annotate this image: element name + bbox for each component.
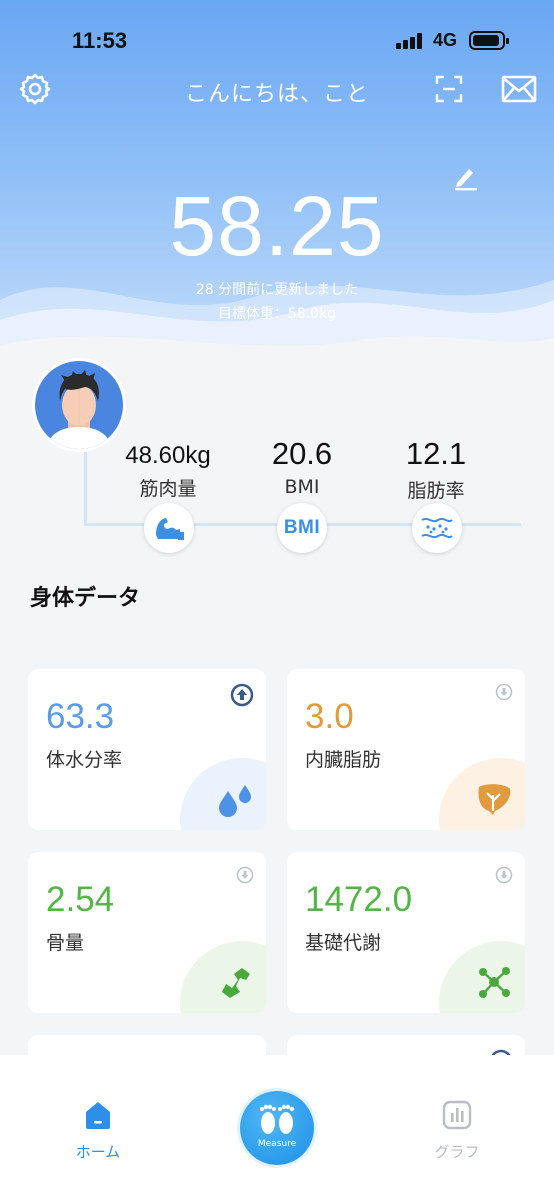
card-value: 2.54 bbox=[46, 880, 115, 919]
greeting-title: こんにちは、こと bbox=[184, 82, 369, 107]
mail-icon[interactable] bbox=[499, 72, 539, 106]
water-drops-icon bbox=[214, 778, 256, 820]
molecule-icon bbox=[473, 961, 515, 1003]
target-weight-text: 目標体重：58.0kg bbox=[217, 306, 337, 322]
bmi-value: 20.6 bbox=[271, 436, 333, 471]
fat-rate-value: 12.1 bbox=[405, 436, 467, 471]
network-type: 4G bbox=[433, 30, 458, 50]
scan-icon[interactable] bbox=[433, 73, 465, 105]
status-bar: 11:53 4G bbox=[0, 0, 554, 80]
card-bone-mass[interactable]: 2.54 骨量 bbox=[28, 852, 266, 1013]
card-value: 3.0 bbox=[305, 697, 354, 736]
signal-icon bbox=[396, 33, 424, 49]
muscle-label: 筋肉量 bbox=[139, 478, 197, 500]
arrow-down-icon bbox=[236, 866, 254, 888]
nav-graph-label: グラフ bbox=[434, 1143, 480, 1161]
fat-rate-label: 脂肪率 bbox=[407, 480, 465, 502]
card-label: 内臓脂肪 bbox=[305, 749, 382, 771]
card-label: 骨量 bbox=[46, 932, 85, 954]
graph-icon bbox=[442, 1100, 472, 1130]
footprints-icon bbox=[259, 1104, 295, 1134]
metric-muscle: 48.60kg 筋肉量 bbox=[98, 436, 238, 501]
arrow-up-icon bbox=[230, 683, 254, 711]
timeline-connector bbox=[84, 452, 87, 526]
last-updated-text: 28 分間前に更新しました bbox=[195, 282, 359, 298]
metric-fat-rate: 12.1 脂肪率 bbox=[366, 436, 506, 503]
card-label: 基礎代謝 bbox=[305, 932, 382, 954]
home-icon bbox=[86, 1102, 110, 1129]
nav-home[interactable]: ホーム bbox=[48, 1099, 148, 1162]
nav-home-label: ホーム bbox=[75, 1143, 121, 1161]
battery-icon bbox=[469, 31, 509, 50]
muscle-value: 48.60kg bbox=[125, 442, 211, 469]
metric-bmi: 20.6 BMI bbox=[232, 436, 372, 498]
muscle-icon[interactable] bbox=[144, 503, 194, 553]
measure-label: Measure bbox=[257, 1139, 297, 1149]
card-label: 体水分率 bbox=[46, 749, 123, 771]
bmi-icon[interactable]: BMI bbox=[277, 503, 327, 553]
fat-rate-icon[interactable] bbox=[412, 503, 462, 553]
card-value: 63.3 bbox=[46, 697, 115, 736]
bmi-label: BMI bbox=[284, 476, 320, 498]
card-body-water[interactable]: 63.3 体水分率 bbox=[28, 669, 266, 830]
measure-button[interactable]: Measure bbox=[240, 1091, 314, 1165]
status-time: 11:53 bbox=[72, 28, 128, 53]
section-title: 身体データ bbox=[30, 586, 141, 611]
card-visceral-fat[interactable]: 3.0 内臓脂肪 bbox=[287, 669, 525, 830]
card-value: 1472.0 bbox=[305, 880, 413, 919]
bone-icon bbox=[214, 961, 256, 1003]
liver-icon bbox=[473, 778, 515, 820]
card-basal-metabolism[interactable]: 1472.0 基礎代謝 bbox=[287, 852, 525, 1013]
bmi-icon-text: BMI bbox=[283, 517, 321, 538]
nav-graph[interactable]: グラフ bbox=[407, 1099, 507, 1162]
current-weight: 58.25 bbox=[169, 179, 385, 273]
arrow-down-icon bbox=[495, 683, 513, 705]
arrow-down-icon bbox=[495, 866, 513, 888]
